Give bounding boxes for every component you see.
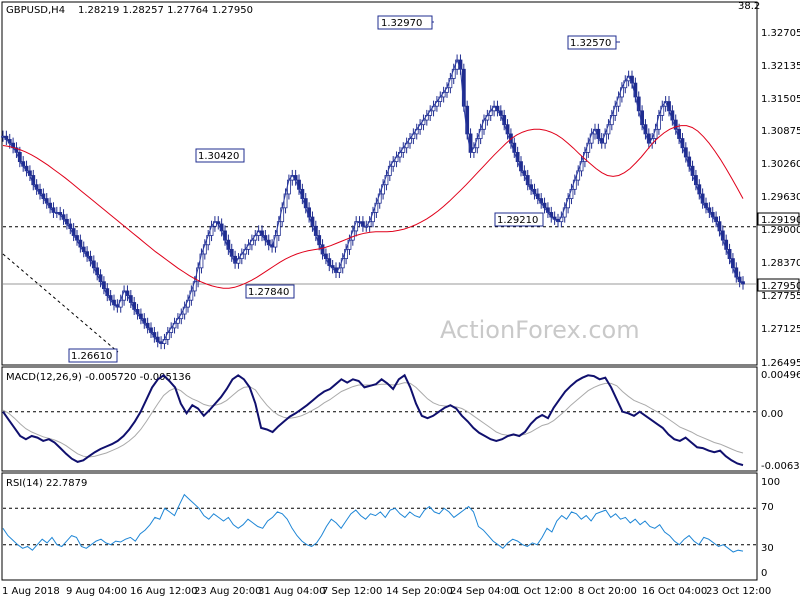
macd-tick: -0.006372 xyxy=(761,461,800,472)
price-tick: 1.29630 xyxy=(761,192,800,203)
time-tick: 14 Sep 20:00 xyxy=(386,586,453,597)
time-tick: 31 Aug 04:00 xyxy=(258,586,325,597)
time-axis: 1 Aug 2018 9 Aug 04:00 16 Aug 12:00 23 A… xyxy=(2,586,771,597)
price-bar-body xyxy=(287,179,291,195)
rsi-tick: 30 xyxy=(761,543,774,554)
price-tick: 1.30875 xyxy=(761,126,800,137)
annotation-132570-text: 1.32570 xyxy=(570,38,611,49)
annotation-129210-text: 1.29210 xyxy=(497,215,538,226)
macd-tick: 0.004968 xyxy=(761,370,800,381)
time-tick: 16 Oct 04:00 xyxy=(642,586,707,597)
price-ohlc-header: 1.28219 1.28257 1.27764 1.27950 xyxy=(78,5,253,16)
rsi-tick: 100 xyxy=(761,477,780,488)
time-tick: 24 Sep 04:00 xyxy=(450,586,517,597)
annotation-132970-text: 1.32970 xyxy=(381,18,422,29)
price-tick: 1.29000 xyxy=(761,225,800,236)
price-bar-body xyxy=(636,96,641,112)
price-tick: 1.31505 xyxy=(761,94,800,105)
annotation-126610-text: 1.26610 xyxy=(71,351,112,362)
annotation-130420: 1.30420 xyxy=(195,148,245,163)
price-bar-body xyxy=(283,193,288,209)
time-tick: 16 Aug 12:00 xyxy=(130,586,197,597)
rsi-axis: 100 70 30 0 xyxy=(761,477,780,579)
price-axis: 1.32705 1.32135 1.31505 1.30875 1.30260 … xyxy=(761,28,800,369)
price-tick: 1.30260 xyxy=(761,159,800,170)
price-tick: 1.32135 xyxy=(761,61,800,72)
price-bar-body xyxy=(468,133,473,153)
price-tag-27950: 1.27950 xyxy=(757,278,800,292)
price-tick: 1.26495 xyxy=(761,358,800,369)
annotation-129210: 1.29210 xyxy=(494,212,544,227)
rsi-tick: 70 xyxy=(761,502,774,513)
macd-title: MACD(12,26,9) -0.005720 -0.005136 xyxy=(6,372,191,383)
price-tick: 1.32705 xyxy=(761,28,800,39)
price-tag-29190-text: 1.29190 xyxy=(761,215,800,226)
price-bar-body xyxy=(461,68,466,107)
price-title: GBPUSD,H4 xyxy=(6,5,65,16)
chart-stage: ActionForex.com GBPUSD,H4 1.28219 1.2825… xyxy=(0,0,800,600)
time-tick: 1 Oct 12:00 xyxy=(514,586,573,597)
price-tick: 1.28370 xyxy=(761,258,800,269)
annotation-127840-text: 1.27840 xyxy=(248,287,289,298)
gbpusd-chart: ActionForex.com GBPUSD,H4 1.28219 1.2825… xyxy=(1,1,800,597)
top-right-label: 38.2 xyxy=(738,1,760,12)
annotation-132970: 1.32970 xyxy=(377,15,434,30)
price-bar-body xyxy=(657,115,661,130)
rsi-title: RSI(14) 22.7879 xyxy=(6,478,87,489)
annotation-126610: 1.26610 xyxy=(68,348,118,363)
rsi-panel-frame xyxy=(1,472,758,581)
price-tag-29190: 1.29190 xyxy=(757,212,800,226)
price-tick: 1.27755 xyxy=(761,291,800,302)
time-tick: 9 Aug 04:00 xyxy=(66,586,127,597)
annotation-127840: 1.27840 xyxy=(245,284,295,299)
price-tick: 1.27125 xyxy=(761,324,800,335)
time-tick: 1 Aug 2018 xyxy=(2,586,60,597)
time-tick: 7 Sep 12:00 xyxy=(322,586,382,597)
time-tick: 23 Oct 12:00 xyxy=(706,586,771,597)
annotation-132570: 1.32570 xyxy=(567,35,620,50)
price-panel-frame xyxy=(1,1,758,366)
annotation-130420-text: 1.30420 xyxy=(198,151,239,162)
rsi-tick: 0 xyxy=(761,568,767,579)
price-tag-27950-text: 1.27950 xyxy=(761,281,800,292)
time-tick: 23 Aug 20:00 xyxy=(194,586,261,597)
macd-axis: 0.004968 0.00 -0.006372 xyxy=(761,370,800,472)
macd-tick: 0.00 xyxy=(761,409,783,420)
watermark: ActionForex.com xyxy=(440,316,640,344)
time-tick: 8 Oct 20:00 xyxy=(578,586,637,597)
